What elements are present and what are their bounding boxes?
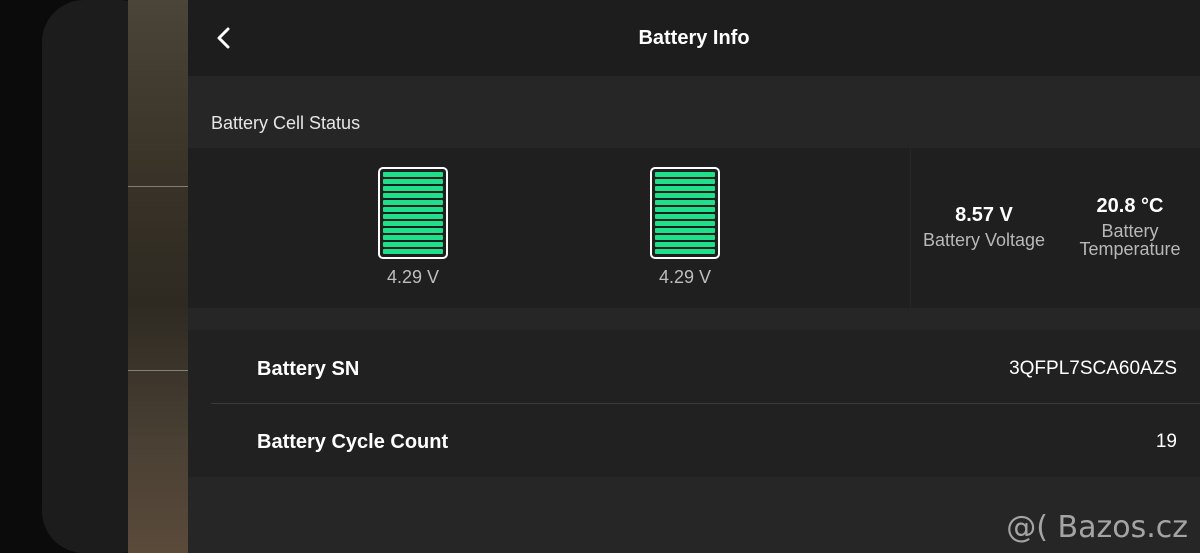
temperature-label-line1: Battery (1101, 221, 1159, 241)
battery-cell-icon (378, 167, 448, 259)
battery-cell-2: 4.29 V (650, 167, 720, 288)
battery-stats-card: 8.57 V Battery Voltage 20.8 °C Battery T… (911, 148, 1200, 308)
battery-sn-value: 3QFPL7SCA60AZS (1009, 358, 1177, 379)
battery-info-panel: Battery Info Battery Cell Status 4.29 V … (188, 0, 1200, 553)
device-bezel (0, 0, 162, 553)
battery-cell-icon (650, 167, 720, 259)
battery-sn-label: Battery SN (257, 358, 360, 380)
temperature-label-line2: Temperature (1079, 239, 1181, 259)
cell-status-heading: Battery Cell Status (211, 113, 361, 133)
cell-voltage: 4.29 V (386, 267, 440, 287)
battery-temperature-label: Battery Temperature (1065, 222, 1195, 258)
battery-voltage-label: Battery Voltage (922, 230, 1046, 250)
header-bar: Battery Info (188, 0, 1200, 76)
battery-temperature-value: 20.8 °C (1096, 195, 1164, 217)
battery-cycle-count-label: Battery Cycle Count (257, 431, 449, 453)
watermark: @( Bazos.cz (1006, 510, 1188, 545)
battery-temperature-stat: 20.8 °C Battery Temperature (1065, 195, 1195, 258)
camera-background (128, 0, 190, 553)
battery-cycle-count-value: 19 (1155, 431, 1177, 452)
battery-cycle-count-row: Battery Cycle Count 19 (211, 406, 1177, 478)
battery-info-list: Battery SN 3QFPL7SCA60AZS Battery Cycle … (188, 330, 1200, 477)
row-divider (211, 403, 1200, 404)
camera-grid-line (128, 370, 190, 371)
battery-voltage-value: 8.57 V (955, 204, 1013, 226)
cell-voltage: 4.29 V (658, 267, 712, 287)
page-title: Battery Info (638, 27, 750, 49)
battery-cell-1: 4.29 V (378, 167, 448, 288)
battery-sn-row: Battery SN 3QFPL7SCA60AZS (211, 333, 1177, 405)
cell-status-card: 4.29 V 4.29 V (188, 148, 910, 308)
battery-voltage-stat: 8.57 V Battery Voltage (917, 204, 1051, 249)
camera-grid-line (128, 186, 190, 187)
